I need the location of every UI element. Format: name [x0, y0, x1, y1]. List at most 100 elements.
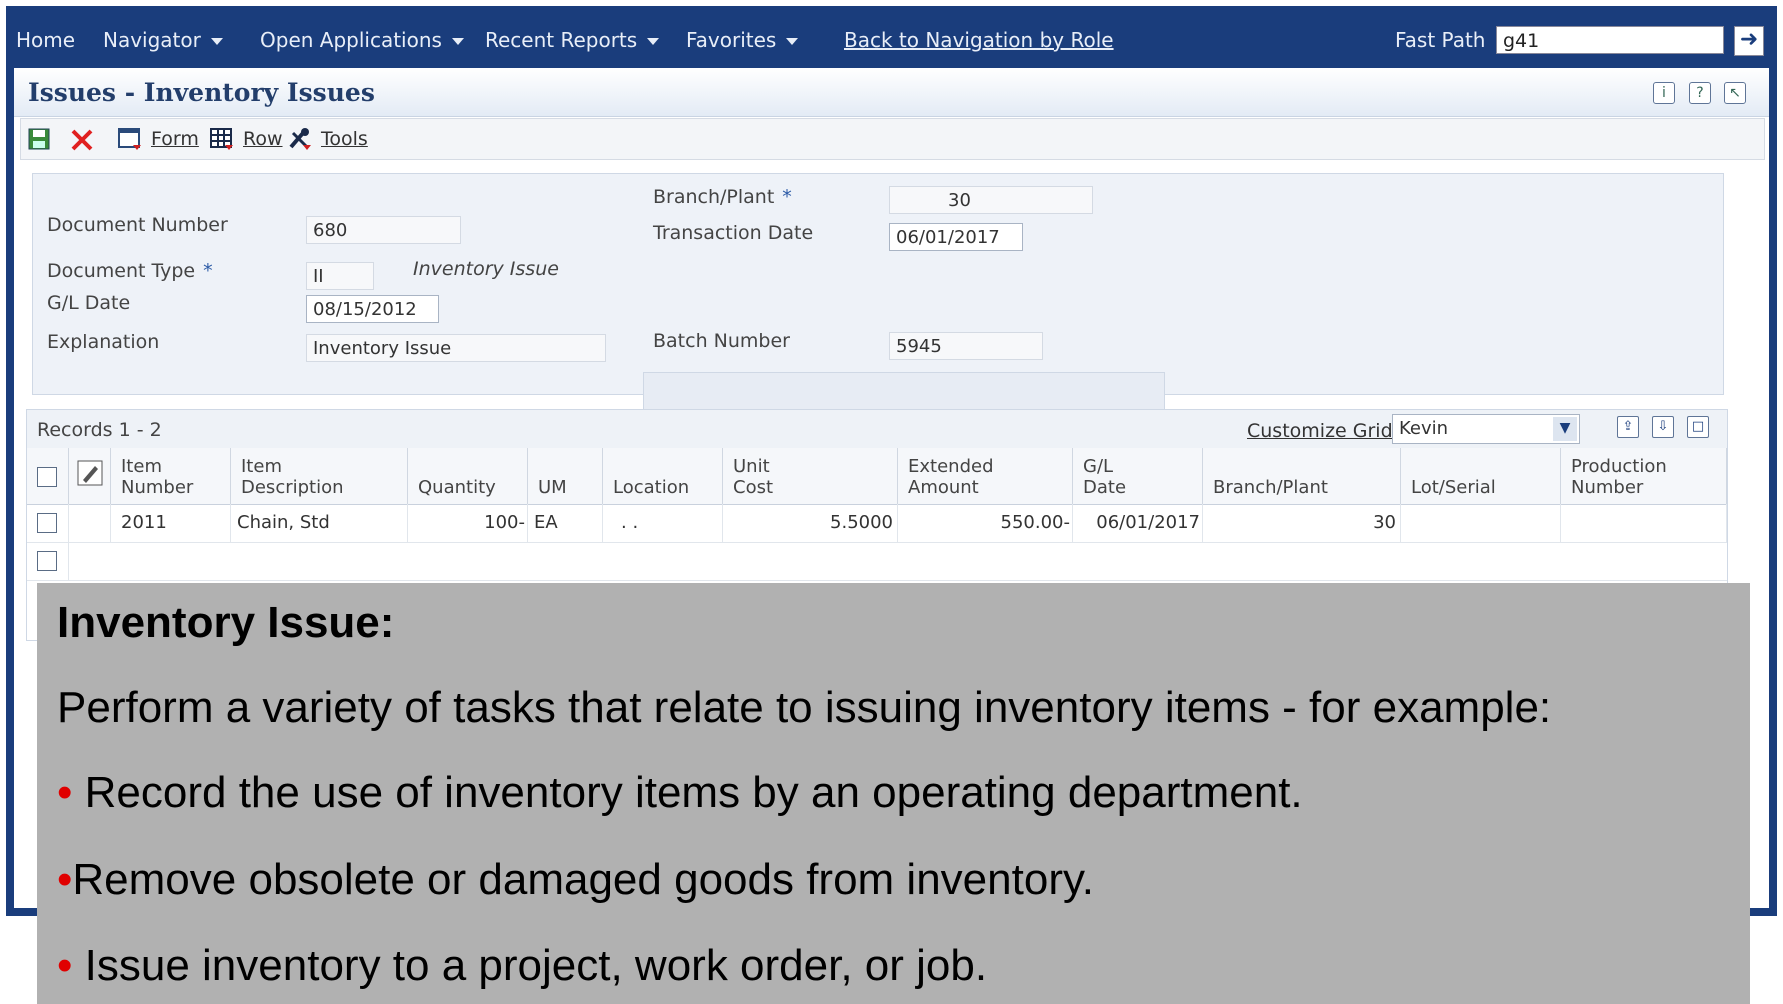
cell-lot-serial[interactable]	[1401, 504, 1561, 542]
customize-grid-link[interactable]: Customize Grid	[1247, 420, 1393, 442]
callout-box: Inventory Issue: Perform a variety of ta…	[37, 583, 1750, 1004]
row-select-checkbox[interactable]	[27, 504, 69, 542]
grid-view-select[interactable]: Kevin ▼	[1392, 414, 1580, 444]
form-menu[interactable]: Form	[117, 127, 199, 151]
transaction-date-label: Transaction Date	[653, 222, 814, 244]
batch-number-field[interactable]: 5945	[889, 332, 1043, 360]
col-label: Item	[241, 456, 282, 477]
nav-navigator[interactable]: Navigator	[103, 28, 223, 52]
explanation-label: Explanation	[47, 331, 160, 353]
col-label: Unit	[733, 456, 770, 477]
edit-icon	[77, 460, 103, 486]
table-row[interactable]: 2011 Chain, Std 100- EA . . 5.5000 550.0…	[27, 504, 1727, 543]
select-all-checkbox[interactable]	[27, 448, 69, 504]
nav-favorites-label: Favorites	[686, 28, 777, 52]
transaction-date-field[interactable]: 06/01/2017	[889, 223, 1023, 251]
save-button[interactable]	[27, 127, 51, 151]
checkbox	[37, 513, 57, 533]
bullet-icon: •	[57, 768, 73, 817]
maximize-icon[interactable]: □	[1687, 416, 1709, 438]
cell-quantity[interactable]: 100-	[408, 504, 528, 542]
go-button[interactable]: ➜	[1734, 26, 1764, 56]
cell-description[interactable]: Chain, Std	[231, 504, 408, 542]
callout-bullet-2: •Remove obsolete or damaged goods from i…	[57, 855, 1094, 905]
chevron-down-icon: ▼	[1553, 417, 1577, 441]
back-to-navigation-link[interactable]: Back to Navigation by Role	[844, 28, 1114, 52]
row-menu[interactable]: Row	[209, 127, 283, 151]
col-lot-serial[interactable]: Lot/Serial	[1401, 448, 1561, 504]
explanation-field[interactable]: Inventory Issue	[306, 334, 606, 362]
help-icon[interactable]: ?	[1689, 82, 1711, 104]
nav-navigator-label: Navigator	[103, 28, 201, 52]
cell-extended-amount[interactable]: 550.00-	[898, 504, 1073, 542]
attachment-icon[interactable]	[69, 448, 111, 504]
export-icon[interactable]: ⇪	[1617, 416, 1639, 438]
cell-gl-date[interactable]: 06/01/2017	[1073, 504, 1203, 542]
col-item-description[interactable]: Item Description	[231, 448, 408, 504]
col-production-number[interactable]: Production Number	[1561, 448, 1727, 504]
info-icon[interactable]: i	[1653, 82, 1675, 104]
import-icon[interactable]: ⇩	[1652, 416, 1674, 438]
col-label: Description	[241, 477, 344, 498]
branch-plant-field[interactable]: 30	[889, 186, 1093, 214]
records-count: Records 1 - 2	[37, 419, 162, 441]
nav-recent-reports[interactable]: Recent Reports	[485, 28, 660, 52]
grid-toolbar: Records 1 - 2 Customize Grid Kevin ▼ ⇪ ⇩ …	[27, 410, 1727, 449]
close-icon	[71, 129, 93, 151]
tools-menu-label: Tools	[321, 128, 368, 150]
grid-header-row: Item Number Item Description Quantity UM L…	[27, 448, 1727, 505]
nav-open-applications[interactable]: Open Applications	[260, 28, 464, 52]
row-menu-label: Row	[243, 128, 283, 150]
cell-unit-cost[interactable]: 5.5000	[723, 504, 898, 542]
col-quantity[interactable]: Quantity	[408, 448, 528, 504]
col-label: Extended	[908, 456, 994, 477]
col-location[interactable]: Location	[603, 448, 723, 504]
fast-path-label: Fast Path	[1395, 28, 1486, 52]
document-number-field[interactable]: 680	[306, 216, 461, 244]
col-item-number[interactable]: Item Number	[111, 448, 231, 504]
tools-menu[interactable]: Tools	[287, 127, 368, 151]
col-label: Item	[121, 456, 162, 477]
col-um[interactable]: UM	[528, 448, 603, 504]
checkbox	[37, 467, 57, 487]
grid-row-icon	[210, 128, 233, 150]
gl-date-field[interactable]: 08/15/2012	[306, 295, 439, 323]
chevron-down-icon	[451, 38, 464, 45]
grid-view-value: Kevin	[1399, 418, 1449, 439]
nav-home[interactable]: Home	[16, 28, 75, 52]
col-unit-cost[interactable]: Unit Cost	[723, 448, 898, 504]
cell-location[interactable]: . .	[603, 504, 723, 542]
cell-um[interactable]: EA	[528, 504, 603, 542]
callout-bullet-3-text: Issue inventory to a project, work order…	[84, 941, 988, 990]
fast-path-input[interactable]: g41	[1496, 26, 1724, 54]
col-label: Location	[613, 477, 690, 498]
tools-icon	[289, 128, 311, 150]
title-bar: Issues - Inventory Issues i ? ↖	[14, 68, 1769, 117]
col-extended-amount[interactable]: Extended Amount	[898, 448, 1073, 504]
document-type-field[interactable]: II	[306, 262, 374, 290]
col-gl-date[interactable]: G/L Date	[1073, 448, 1203, 504]
col-label: G/L	[1083, 456, 1114, 477]
nav-open-applications-label: Open Applications	[260, 28, 442, 52]
document-type-label-text: Document Type	[47, 260, 196, 282]
cell-production-number[interactable]	[1561, 504, 1727, 542]
col-label: Lot/Serial	[1411, 477, 1496, 498]
col-label: Date	[1083, 477, 1127, 498]
save-icon	[28, 128, 50, 150]
cell-item-number[interactable]: 2011	[111, 504, 231, 542]
chevron-down-icon	[210, 38, 223, 45]
cell-branch-plant[interactable]: 30	[1203, 504, 1401, 542]
cancel-button[interactable]	[69, 127, 95, 153]
row-select-checkbox[interactable]	[27, 542, 69, 580]
chevron-down-icon	[647, 38, 660, 45]
nav-favorites[interactable]: Favorites	[686, 28, 799, 52]
col-label: Amount	[908, 477, 979, 498]
bullet-icon: •	[57, 941, 73, 990]
col-branch-plant[interactable]: Branch/Plant	[1203, 448, 1401, 504]
required-marker: *	[203, 260, 213, 282]
callout-title: Inventory Issue:	[57, 598, 395, 647]
chevron-down-icon	[786, 38, 799, 45]
callout-bullet-3: • Issue inventory to a project, work ord…	[57, 941, 987, 991]
table-row[interactable]	[27, 542, 1727, 581]
context-help-icon[interactable]: ↖	[1724, 82, 1746, 104]
